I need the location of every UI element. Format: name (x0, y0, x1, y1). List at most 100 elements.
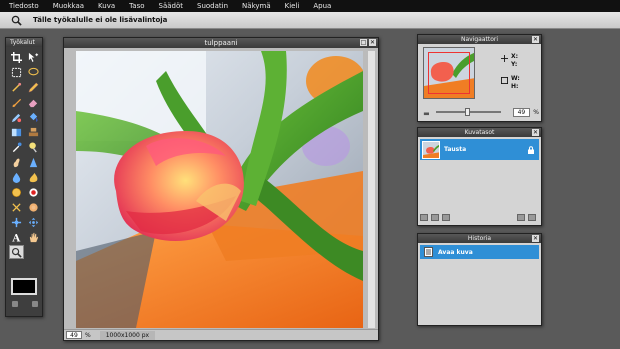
new-layer-icon[interactable] (517, 214, 525, 221)
sharpen-icon[interactable] (26, 155, 41, 169)
navigator-title-text: Navigaattori (460, 36, 499, 43)
close-icon[interactable]: ✕ (532, 235, 539, 242)
layers-title-text: Kuvatasot (464, 129, 495, 136)
pencil-icon[interactable] (26, 80, 41, 94)
stamp-icon[interactable] (26, 125, 41, 139)
layer-thumbnail (422, 140, 440, 159)
magnifier-icon[interactable] (8, 13, 24, 27)
navigator-zoom-unit: % (533, 108, 539, 116)
menu-bar: Tiedosto Muokkaa Kuva Taso Säädöt Suodatin Näk… (0, 0, 620, 12)
history-panel: Historia ✕ Avaa kuva (417, 233, 542, 326)
zoom-slider-handle[interactable] (464, 108, 470, 116)
marquee-icon[interactable] (9, 65, 24, 79)
navigator-zoom-row: 49 % (423, 106, 539, 118)
color-mini-buttons (12, 301, 38, 307)
navigator-zoom-slider[interactable] (435, 108, 501, 116)
menu-taso[interactable]: Taso (122, 0, 151, 12)
bucket-icon[interactable] (26, 110, 41, 124)
bloat-icon[interactable] (26, 200, 41, 214)
zoom-icon[interactable] (9, 245, 24, 259)
document-status-bar: 49 % 1000x1000 px (64, 329, 378, 340)
drawing-icon[interactable] (9, 185, 24, 199)
layer-item[interactable]: Tausta (420, 139, 539, 160)
picker-icon[interactable] (9, 140, 24, 154)
reset-colors-icon[interactable] (12, 301, 18, 307)
move-icon[interactable] (26, 50, 41, 64)
canvas-image[interactable] (76, 51, 363, 328)
gradient-icon[interactable] (9, 125, 24, 139)
layers-panel: Kuvatasot ✕ Tausta (417, 127, 542, 226)
document-title[interactable]: tulppaani □ ✕ (64, 38, 378, 48)
layer-style-icon[interactable] (431, 214, 439, 221)
options-bar: Tälle työkalulle ei ole lisävalintoja (0, 12, 620, 29)
history-title: Historia ✕ (418, 234, 541, 243)
nav-y-label: Y: (511, 61, 518, 68)
primary-color-swatch[interactable] (11, 278, 37, 295)
open-document-icon (424, 247, 433, 257)
navigator-title: Navigaattori ✕ (418, 35, 541, 44)
zoom-out-icon[interactable] (423, 109, 430, 116)
zoom-unit: % (85, 331, 91, 339)
vertical-scrollbar[interactable] (368, 51, 375, 328)
smudge-icon[interactable] (9, 155, 24, 169)
menu-kieli[interactable]: Kieli (278, 0, 307, 12)
navigator-view-rect[interactable] (428, 52, 470, 94)
close-icon[interactable]: ✕ (532, 129, 539, 136)
options-message: Tälle työkalulle ei ole lisävalintoja (33, 16, 168, 24)
layers-footer (420, 213, 539, 222)
swap-colors-icon[interactable] (32, 301, 38, 307)
menu-näkymä[interactable]: Näkymä (235, 0, 278, 12)
menu-muokkaa[interactable]: Muokkaa (46, 0, 91, 12)
layer-mask-icon[interactable] (442, 214, 450, 221)
history-item[interactable]: Avaa kuva (420, 245, 539, 259)
size-icon (501, 77, 508, 84)
layers-title: Kuvatasot ✕ (418, 128, 541, 137)
layer-properties-icon[interactable] (420, 214, 428, 221)
svg-text:A: A (11, 233, 20, 242)
zoom-input[interactable]: 49 (66, 331, 82, 339)
image-dimensions: 1000x1000 px (99, 330, 156, 340)
blur-icon[interactable] (9, 170, 24, 184)
hand-icon[interactable] (26, 230, 41, 244)
document-title-text: tulppaani (204, 39, 238, 47)
navigator-panel: Navigaattori ✕ X: Y: W: H: 49 % (417, 34, 542, 122)
menu-apua[interactable]: Apua (306, 0, 338, 12)
replace-color-icon[interactable] (9, 110, 24, 124)
dodge-icon[interactable] (26, 140, 41, 154)
tool-grid: A (6, 47, 42, 259)
wrap-icon[interactable] (9, 215, 24, 229)
lock-icon[interactable] (527, 145, 535, 154)
crop-icon[interactable] (9, 50, 24, 64)
maximize-icon[interactable]: □ (360, 39, 367, 46)
nav-w-label: W: (511, 75, 520, 82)
toolbox-title: Työkalut (6, 38, 42, 47)
document-window: tulppaani □ ✕ 49 % 1000x1000 px (63, 37, 379, 341)
menu-kuva[interactable]: Kuva (91, 0, 122, 12)
history-title-text: Historia (467, 235, 492, 242)
close-icon[interactable]: ✕ (532, 36, 539, 43)
pinch-icon[interactable] (9, 200, 24, 214)
menu-säädöt[interactable]: Säädöt (152, 0, 191, 12)
toolbox-panel: Työkalut A (5, 37, 43, 317)
delete-layer-icon[interactable] (528, 214, 536, 221)
nav-x-label: X: (511, 53, 519, 60)
brush-icon[interactable] (9, 95, 24, 109)
layer-name: Tausta (444, 146, 467, 153)
menu-suodatin[interactable]: Suodatin (190, 0, 235, 12)
colorpicker-icon[interactable] (26, 215, 41, 229)
window-buttons: □ ✕ (360, 39, 376, 46)
eraser-icon[interactable] (26, 95, 41, 109)
menu-tiedosto[interactable]: Tiedosto (0, 0, 46, 12)
red-eye-icon[interactable] (26, 185, 41, 199)
canvas-area[interactable] (64, 48, 378, 331)
navigator-thumbnail[interactable] (423, 47, 475, 99)
lasso-icon[interactable] (26, 65, 41, 79)
crosshair-icon (501, 55, 508, 62)
type-icon[interactable]: A (9, 230, 24, 244)
history-item-label: Avaa kuva (438, 248, 473, 256)
close-icon[interactable]: ✕ (369, 39, 376, 46)
wand-icon[interactable] (9, 80, 24, 94)
burn-icon[interactable] (26, 170, 41, 184)
navigator-zoom-input[interactable]: 49 (512, 107, 531, 117)
nav-h-label: H: (511, 83, 519, 90)
